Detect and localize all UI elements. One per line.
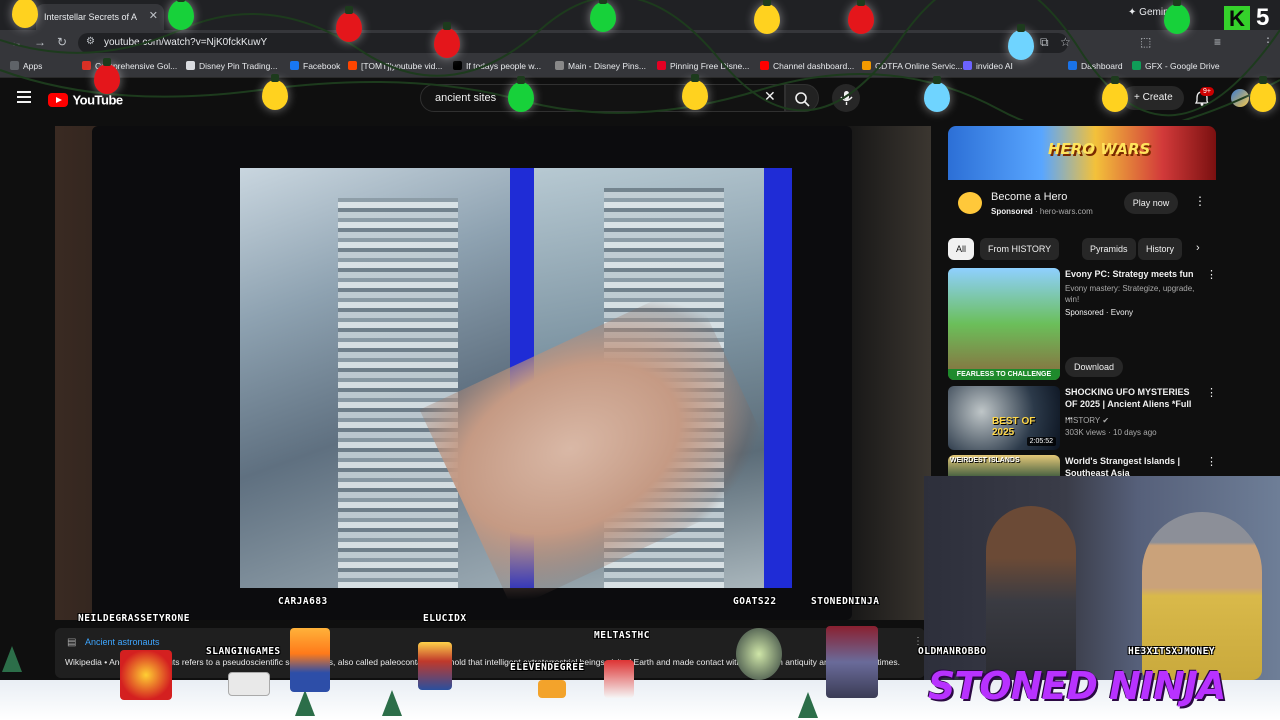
ad-details: Become a Hero Sponsored · hero-wars.com …: [948, 180, 1216, 226]
sponsored-label: Sponsored: [991, 207, 1033, 216]
chevron-right-icon[interactable]: ›: [1196, 242, 1200, 254]
light-bulb-icon: [262, 74, 288, 110]
chat-name: ELEVENDEGREE: [510, 662, 585, 673]
chat-name: GOATS22: [733, 596, 777, 607]
ad-title[interactable]: Become a Hero: [991, 191, 1067, 203]
ad-sponsored-label: Sponsored · hero-wars.com: [991, 207, 1093, 216]
ad-more-icon[interactable]: ⋮: [1194, 194, 1206, 208]
tree-icon: [295, 690, 315, 716]
recommendation-item[interactable]: FEARLESS TO CHALLENGE Evony PC: Strategy…: [948, 268, 1218, 380]
recommendation-channel[interactable]: HISTORY ✔: [1065, 415, 1205, 426]
light-bulb-icon: [1008, 24, 1034, 60]
ufo-sprite: [736, 628, 782, 680]
recommendation-thumbnail[interactable]: WEIRDEST ISLANDS: [948, 455, 1060, 477]
recommendation-title[interactable]: Evony PC: Strategy meets fun: [1065, 268, 1195, 280]
info-panel-title[interactable]: Ancient astronauts: [85, 637, 160, 647]
chat-name: SLANGINGAMES: [206, 646, 281, 657]
recommendation-item[interactable]: WEIRDEST ISLANDS World's Strangest Islan…: [948, 455, 1218, 478]
recommendation-more-icon[interactable]: ⋮: [1206, 455, 1217, 468]
document-icon: ▤: [67, 637, 77, 648]
ad-brand-icon: [958, 192, 982, 214]
chat-name: HE3XITSXJMONEY: [1128, 646, 1216, 657]
recommendation-thumbnail[interactable]: FEARLESS TO CHALLENGE: [948, 268, 1060, 380]
chat-name: OLDMANROBBO: [918, 646, 987, 657]
streamer-left: [986, 506, 1076, 680]
light-bulb-icon: [848, 0, 874, 34]
goku-sprite: [290, 628, 330, 692]
tree-icon: [2, 646, 22, 672]
light-bulb-icon: [168, 0, 194, 30]
recommendation-stats: 303K views · 10 days ago: [1065, 428, 1157, 437]
light-bulb-icon: [434, 22, 460, 58]
luffy-sprite: [418, 642, 452, 690]
recommendation-thumbnail[interactable]: BEST OF 2025 2:05:52: [948, 386, 1060, 450]
creature-sprite: [538, 680, 566, 698]
light-bulb-icon: [336, 6, 362, 42]
recommendation-item[interactable]: BEST OF 2025 2:05:52 SHOCKING UFO MYSTER…: [948, 386, 1218, 450]
light-bulb-icon: [508, 76, 534, 112]
chip-history[interactable]: History: [1138, 238, 1183, 260]
video-monitor: [92, 126, 852, 620]
light-bulb-icon: [94, 58, 120, 94]
chat-name: STONEDNINJA: [811, 596, 880, 607]
tree-icon: [382, 690, 402, 716]
ad-domain: hero-wars.com: [1039, 207, 1093, 216]
info-panel-text: Wikipedia • Ancient astronauts refers to…: [65, 657, 901, 667]
chat-name: NEILDEGRASSETYRONE: [78, 613, 190, 624]
divider-bar: [764, 168, 792, 588]
ad-banner-text: HERO WARS: [1048, 140, 1151, 158]
video-duration: 2:05:52: [1026, 437, 1056, 446]
dog-sprite: [228, 672, 270, 696]
thumbnail-caption: BEST OF 2025: [992, 416, 1036, 438]
play-now-button[interactable]: Play now: [1124, 192, 1178, 214]
chip-pyramids[interactable]: Pyramids: [1082, 238, 1136, 260]
chat-name: MELTASTHC: [594, 630, 650, 641]
ironman-sprite: [120, 650, 172, 700]
light-bulb-icon: [682, 74, 708, 110]
chat-name: ELUCIDX: [423, 613, 467, 624]
light-bulb-icon: [924, 76, 950, 112]
light-bulb-icon: [754, 0, 780, 34]
stela-photo-left: [240, 168, 510, 588]
stream-brand-text: STONED NINJA: [928, 664, 1226, 708]
light-bulb-icon: [590, 0, 616, 32]
tree-icon: [798, 692, 818, 718]
chip-all[interactable]: All: [948, 238, 975, 260]
recommendation-more-icon[interactable]: ⋮: [1206, 268, 1217, 281]
recommendation-subtitle: Evony mastery: Strategize, upgrade, win!: [1065, 284, 1195, 304]
download-button[interactable]: Download: [1065, 357, 1123, 377]
stela-carving: [338, 198, 458, 588]
santa-sprite: [604, 660, 634, 698]
filter-chips: All From HISTORY Pyramids History ›: [948, 238, 1216, 260]
thumbnail-caption: WEIRDEST ISLANDS: [950, 457, 1020, 464]
robot-sprite: [826, 626, 878, 698]
light-bulb-icon: [12, 0, 38, 28]
chat-name: CARJA683: [278, 596, 328, 607]
chip-from-history[interactable]: From HISTORY: [980, 238, 1060, 260]
ad-banner[interactable]: HERO WARS: [948, 126, 1216, 180]
thumbnail-caption: FEARLESS TO CHALLENGE: [948, 369, 1060, 380]
recommendation-more-icon[interactable]: ⋮: [1206, 386, 1217, 399]
light-bulb-icon: [1102, 76, 1128, 112]
video-player[interactable]: [55, 126, 931, 620]
recommendation-sponsor: Sponsored · Evony: [1065, 308, 1134, 317]
light-bulb-icon: [1250, 76, 1276, 112]
info-panel[interactable]: ▤ Ancient astronauts ⋮ Wikipedia • Ancie…: [55, 628, 925, 678]
light-bulb-icon: [1164, 0, 1190, 34]
